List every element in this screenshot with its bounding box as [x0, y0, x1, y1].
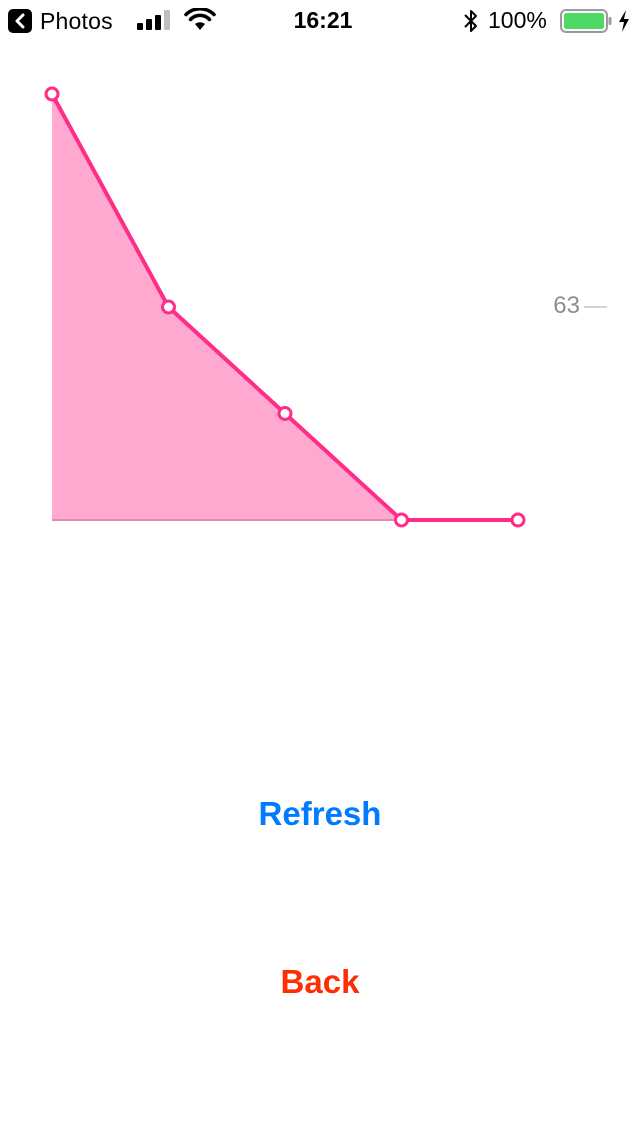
back-arrow-icon	[8, 9, 32, 33]
refresh-button[interactable]: Refresh	[0, 795, 640, 833]
data-point-4	[510, 512, 526, 528]
back-button[interactable]: Back	[0, 963, 640, 1001]
status-bar: Photos 16:21 100%	[0, 0, 640, 40]
area-fill	[52, 94, 518, 520]
battery-icon	[560, 9, 612, 33]
charging-bolt-icon	[619, 10, 629, 32]
data-point-3	[394, 512, 409, 528]
back-to-app-button[interactable]: Photos	[8, 8, 113, 34]
battery-percent: 100%	[488, 7, 547, 33]
status-time: 16:21	[293, 7, 353, 33]
wifi-icon	[184, 8, 216, 30]
bluetooth-icon	[464, 10, 477, 32]
back-app-label: Photos	[40, 7, 113, 34]
data-point-0	[44, 86, 60, 102]
signal-icon	[137, 10, 170, 30]
data-point-2	[277, 406, 293, 421]
screen: Photos 16:21 100% 63 Refresh Back	[0, 0, 640, 1136]
data-point-1	[161, 299, 176, 315]
y-axis-tick-label: 63	[553, 292, 580, 319]
